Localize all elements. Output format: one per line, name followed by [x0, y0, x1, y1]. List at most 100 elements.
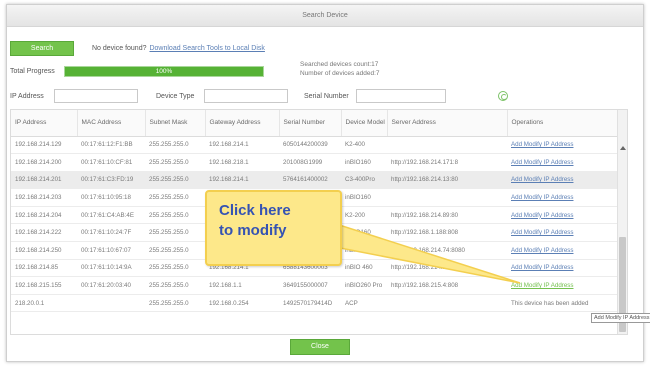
model-cell: inBIO160 [341, 241, 387, 260]
server-cell: http://192.168.214.13:80 [387, 171, 507, 190]
operations-cell[interactable]: Add Modify IP Address [507, 259, 619, 278]
model-cell: inBIO160 [341, 153, 387, 172]
type-filter-input[interactable] [204, 89, 288, 103]
close-button[interactable]: Close [290, 339, 350, 355]
table-row[interactable]: 192.168.214.200 00:17:61:10:CF:81 255.255.… [11, 153, 619, 172]
mac-cell: 00:17:61:20:03:40 [77, 276, 145, 295]
operations-cell[interactable]: Add Modify IP Address [507, 188, 619, 207]
serial-filter-input[interactable] [356, 89, 446, 103]
search-button[interactable]: Search [10, 40, 74, 56]
subnet-cell: 255.255.255.0 [145, 206, 205, 225]
operations-cell[interactable]: Add Modify IP Address [507, 136, 619, 155]
ip-cell: 192.168.215.155 [11, 276, 77, 295]
mac-cell: 00:17:61:12:F1:BB [77, 136, 145, 155]
col-header-gateway[interactable]: Gateway Address [205, 110, 280, 137]
server-cell [387, 136, 507, 155]
search-row: Search No device found? Download Search T… [10, 40, 265, 56]
model-cell: ACP [341, 294, 387, 313]
ip-cell: 192.168.214.200 [11, 153, 77, 172]
model-cell: C3-400Pro [341, 171, 387, 190]
type-filter-label: Device Type [156, 92, 195, 100]
subnet-cell: 255.255.255.0 [145, 294, 205, 313]
subnet-cell: 255.255.255.0 [145, 276, 205, 295]
serial-cell: 5764161400002 [279, 171, 341, 190]
progress-label: Total Progress [10, 68, 55, 75]
added-count: Number of devices added:7 [300, 70, 380, 77]
ip-cell: 192.168.214.250 [11, 241, 77, 260]
ip-cell: 218.20.0.1 [11, 294, 77, 313]
download-tools-link[interactable]: Download Search Tools to Local Disk [149, 45, 264, 52]
operations-cell[interactable]: Add Modify IP Address [507, 171, 619, 190]
model-cell: K2-400 [341, 136, 387, 155]
mac-cell: 00:17:61:10:CF:81 [77, 153, 145, 172]
mac-cell: 00:17:61:10:14:9A [77, 259, 145, 278]
server-cell: http://192.168.214.18:80 [387, 259, 507, 278]
server-cell: http://192.168.1.188:808 [387, 223, 507, 243]
not-found-hint: No device found? Download Search Tools to… [92, 45, 265, 52]
ip-cell: 192.168.214.201 [11, 171, 77, 190]
gateway-cell: 192.168.214.1 [205, 171, 279, 190]
model-cell: inBIO260 Pro [341, 276, 387, 295]
model-cell: K2-200 [341, 206, 387, 225]
serial-cell: 3649155000007 [279, 276, 341, 295]
ip-filter-input[interactable] [54, 89, 138, 103]
not-found-text: No device found? [92, 44, 147, 52]
mac-cell: 00:17:61:10:24:7F [77, 223, 145, 243]
subnet-cell: 255.255.255.0 [145, 188, 205, 207]
mac-cell: 00:17:61:C4:AB:4E [77, 206, 145, 225]
gateway-cell: 192.168.214.1 [205, 136, 279, 155]
progress-row: Total Progress 100% [10, 66, 264, 77]
server-cell: http://192.168.214.74:8080 [387, 241, 507, 260]
col-header-mac[interactable]: MAC Address [77, 110, 146, 137]
ip-cell: 192.168.214.85 [11, 259, 77, 278]
server-cell [387, 188, 507, 207]
filter-row: IP Address Device Type Serial Number [10, 88, 508, 104]
table-row[interactable]: 192.168.214.201 00:17:61:C3:FD:19 255.255.… [11, 171, 619, 190]
progress-value: 100% [155, 68, 173, 75]
model-cell: inBIO 460 [341, 259, 387, 278]
refresh-icon[interactable] [498, 91, 508, 101]
server-cell: http://192.168.214.89:80 [387, 206, 507, 225]
operations-cell[interactable]: Add Modify IP Address [507, 206, 619, 225]
searched-count: Searched devices count:17 [300, 61, 379, 68]
serial-filter-label: Serial Number [304, 92, 349, 100]
col-header-server[interactable]: Server Address [387, 110, 508, 137]
table-scrollbar[interactable] [617, 110, 627, 334]
ip-filter-label: IP Address [10, 92, 44, 100]
gateway-cell: 192.168.1.1 [205, 276, 279, 295]
operations-cell[interactable]: Add Modify IP Address [507, 223, 619, 243]
server-cell: http://192.168.214.171:8 [387, 153, 507, 172]
subnet-cell: 255.255.255.0 [145, 259, 205, 278]
server-cell [387, 294, 507, 313]
operations-cell[interactable]: Add Modify IP Address [507, 241, 619, 260]
col-header-model[interactable]: Device Model [341, 110, 388, 137]
progress-bar: 100% [64, 66, 264, 77]
serial-cell: 6050144200039 [279, 136, 341, 155]
model-cell: inBIO160 [341, 188, 387, 207]
col-header-ip[interactable]: IP Address [11, 110, 78, 137]
device-counts: Searched devices count:17 Number of devi… [300, 60, 380, 78]
gateway-cell: 192.168.218.1 [205, 153, 279, 172]
mac-cell: 00:17:61:10:67:07 [77, 241, 145, 260]
serial-cell: 1492570179414D [279, 294, 341, 313]
table-header-row: IP Address MAC Address Subnet Mask Gatew… [11, 110, 620, 137]
col-header-subnet[interactable]: Subnet Mask [145, 110, 206, 137]
table-row[interactable]: 218.20.0.1 255.255.255.0 192.168.0.254 1492… [11, 294, 619, 313]
ip-cell: 192.168.214.203 [11, 188, 77, 207]
table-row[interactable]: 192.168.215.155 00:17:61:20:03:40 255.255.… [11, 276, 619, 295]
scroll-up-icon[interactable] [620, 146, 626, 150]
ip-cell: 192.168.214.222 [11, 223, 77, 243]
operations-cell[interactable]: Add Modify IP Address [507, 276, 619, 295]
operations-cell[interactable]: Add Modify IP Address [507, 153, 619, 172]
subnet-cell: 255.255.255.0 [145, 171, 205, 190]
mac-cell [77, 294, 145, 313]
col-header-operations[interactable]: Operations [507, 110, 620, 137]
col-header-serial[interactable]: Serial Number [279, 110, 342, 137]
serial-cell: 201008G1999 [279, 153, 341, 172]
model-cell: inBIO160 [341, 223, 387, 243]
subnet-cell: 255.255.255.0 [145, 223, 205, 243]
mac-cell: 00:17:61:10:95:18 [77, 188, 145, 207]
table-row[interactable]: 192.168.214.129 00:17:61:12:F1:BB 255.255.… [11, 136, 619, 155]
modify-callout: Click here to modify [205, 190, 342, 266]
server-cell: http://192.168.215.4:808 [387, 276, 507, 295]
